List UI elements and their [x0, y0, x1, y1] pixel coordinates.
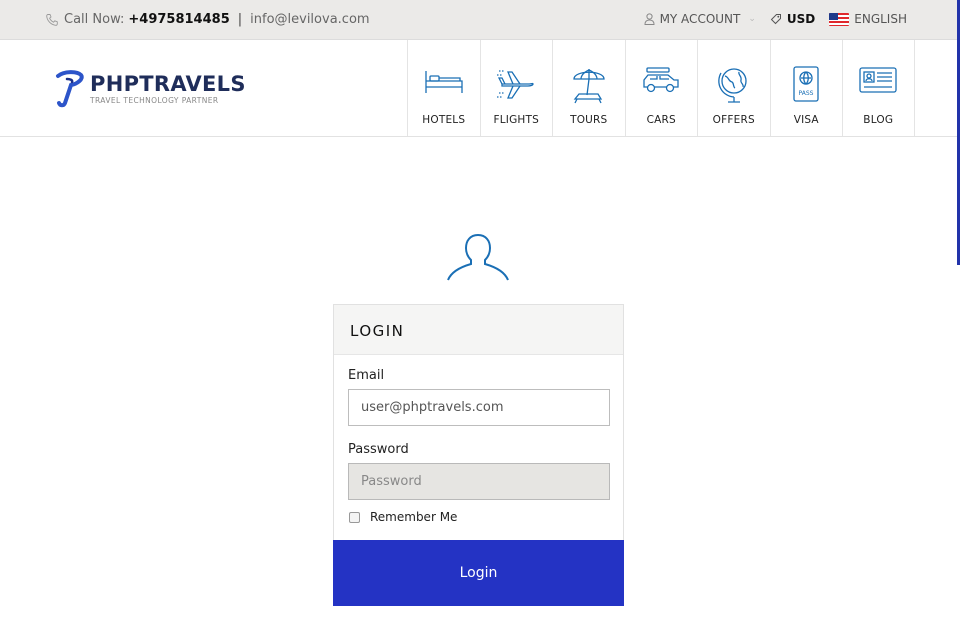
- user-small-icon: [644, 13, 655, 25]
- nav-item-flights[interactable]: FLIGHTS: [479, 40, 553, 136]
- main-nav: HOTELS FLIGHTS TOURS CARS OFFERS PASS VI…: [407, 40, 915, 136]
- logo-subtitle: TRAVEL TECHNOLOGY PARTNER: [90, 96, 219, 105]
- globe-icon: [718, 68, 747, 103]
- beach-umbrella-icon: [573, 69, 605, 104]
- my-account-label: MY ACCOUNT: [659, 12, 741, 26]
- us-flag-icon: [829, 12, 850, 26]
- logo-title: PHPTRAVELS: [90, 72, 246, 96]
- login-button[interactable]: Login: [333, 540, 624, 606]
- remember-me-row[interactable]: Remember Me: [348, 510, 609, 524]
- top-bar: Call Now: +4975814485 | info@levilova.co…: [0, 0, 960, 40]
- nav-item-offers[interactable]: OFFERS: [697, 40, 770, 136]
- nav-label-blog: BLOG: [863, 114, 894, 126]
- phone-icon: [45, 13, 59, 27]
- language-selector[interactable]: ENGLISH: [829, 12, 907, 26]
- remember-me-label: Remember Me: [370, 510, 458, 524]
- user-icon: [447, 234, 509, 281]
- currency-selector[interactable]: USD: [770, 12, 815, 26]
- nav-label-visa: VISA: [793, 114, 819, 126]
- main-header: PHPTRAVELS TRAVEL TECHNOLOGY PARTNER HOT…: [0, 40, 960, 137]
- nav-label-tours: TOURS: [570, 114, 608, 126]
- nav-item-blog[interactable]: BLOG: [842, 40, 915, 136]
- separator: |: [237, 12, 243, 27]
- nav-item-cars[interactable]: CARS: [624, 40, 698, 136]
- nav-label-offers: OFFERS: [712, 114, 755, 126]
- nav-item-hotels[interactable]: HOTELS: [407, 40, 480, 136]
- nav-label-flights: FLIGHTS: [493, 114, 539, 126]
- bed-icon: [425, 71, 463, 93]
- password-field[interactable]: [348, 463, 610, 500]
- contact-info: Call Now: +4975814485 | info@levilova.co…: [45, 12, 370, 27]
- nav-item-tours[interactable]: TOURS: [552, 40, 625, 136]
- logo[interactable]: PHPTRAVELS TRAVEL TECHNOLOGY PARTNER: [55, 70, 246, 108]
- login-title: LOGIN: [350, 322, 405, 340]
- plane-icon: [497, 70, 534, 99]
- tag-icon: [770, 14, 781, 25]
- nav-label-hotels: HOTELS: [422, 114, 466, 126]
- id-card-icon: [859, 67, 897, 93]
- remember-me-checkbox[interactable]: [349, 511, 360, 523]
- phone-number-link[interactable]: +4975814485: [128, 12, 229, 27]
- login-card-header: LOGIN: [334, 305, 623, 355]
- nav-label-cars: CARS: [646, 114, 676, 126]
- currency-label: USD: [786, 12, 816, 26]
- svg-text:PASS: PASS: [799, 90, 814, 97]
- passport-icon: PASS: [793, 66, 819, 102]
- email-field[interactable]: [348, 389, 610, 426]
- chevron-down-icon: ⌄: [748, 14, 756, 24]
- login-card: LOGIN Email Password Remember Me Login: [333, 304, 624, 606]
- login-form: Email Password Remember Me: [334, 355, 623, 524]
- car-icon: [643, 67, 679, 93]
- nav-item-visa[interactable]: PASS VISA: [769, 40, 843, 136]
- email-link[interactable]: info@levilova.com: [250, 12, 369, 27]
- my-account-menu[interactable]: MY ACCOUNT ⌄: [644, 12, 756, 26]
- language-label: ENGLISH: [854, 12, 907, 26]
- logo-mark-icon: [56, 70, 84, 108]
- top-bar-actions: MY ACCOUNT ⌄ USD ENGLISH: [644, 12, 907, 26]
- password-label: Password: [348, 442, 409, 457]
- email-label: Email: [348, 368, 385, 383]
- call-label: Call Now:: [64, 12, 125, 27]
